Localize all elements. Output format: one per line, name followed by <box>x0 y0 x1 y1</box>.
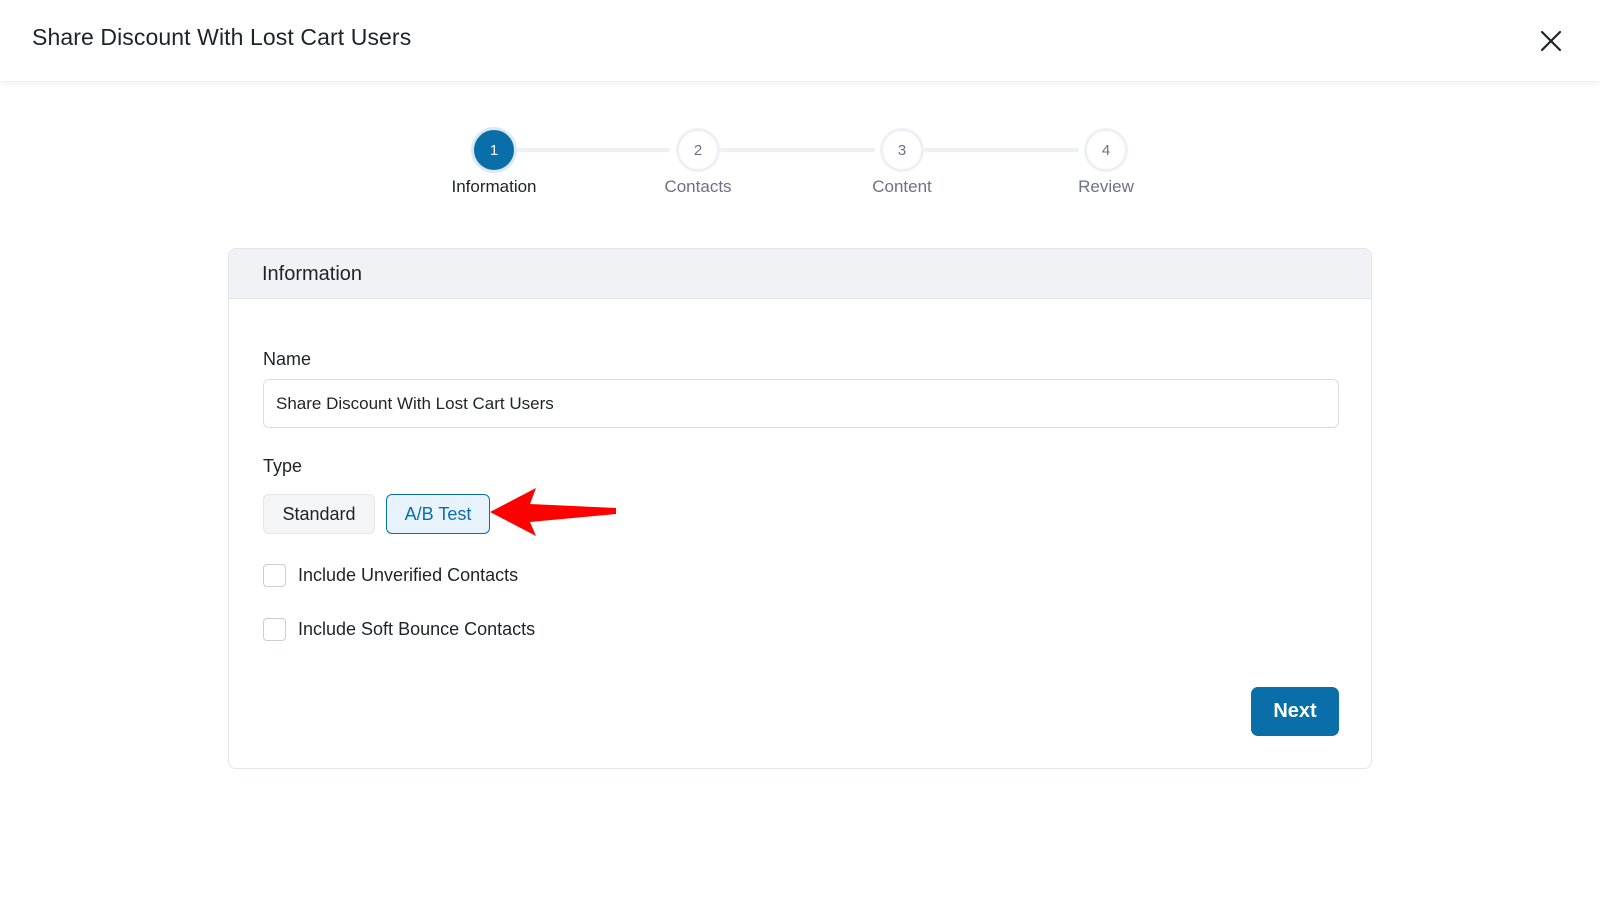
include-soft-bounce-checkbox[interactable] <box>263 617 286 641</box>
red-arrow-icon <box>490 488 616 536</box>
name-label: Name <box>263 349 312 369</box>
name-input[interactable] <box>263 379 1339 428</box>
type-ab-test-button[interactable]: A/B Test <box>386 494 490 534</box>
step-connector <box>924 148 1079 152</box>
step-1-circle[interactable]: 1 <box>471 127 517 173</box>
card-title: Information <box>262 263 363 285</box>
step-2-label: Contacts <box>664 177 732 196</box>
step-4-circle[interactable]: 4 <box>1084 128 1128 172</box>
step-connector <box>720 148 875 152</box>
include-unverified-row[interactable]: Include Unverified Contacts <box>263 563 518 587</box>
step-2-circle[interactable]: 2 <box>676 128 720 172</box>
type-label: Type <box>263 456 303 476</box>
include-soft-bounce-row[interactable]: Include Soft Bounce Contacts <box>263 617 535 641</box>
include-unverified-checkbox[interactable] <box>263 563 286 587</box>
step-1-label: Information <box>451 177 537 196</box>
type-standard-button[interactable]: Standard <box>263 494 375 534</box>
step-connector <box>515 148 670 152</box>
step-4-label: Review <box>1078 177 1134 196</box>
include-unverified-label: Include Unverified Contacts <box>298 564 519 585</box>
stepper: 1 2 3 4 Information Contacts Content Rev… <box>0 0 1600 210</box>
step-3-circle[interactable]: 3 <box>880 128 924 172</box>
next-button[interactable]: Next <box>1251 687 1339 736</box>
include-soft-bounce-label: Include Soft Bounce Contacts <box>298 618 536 639</box>
card-header: Information <box>229 249 1371 299</box>
information-card: Information Name Type Standard A/B Test … <box>228 248 1372 769</box>
step-3-label: Content <box>872 177 932 196</box>
